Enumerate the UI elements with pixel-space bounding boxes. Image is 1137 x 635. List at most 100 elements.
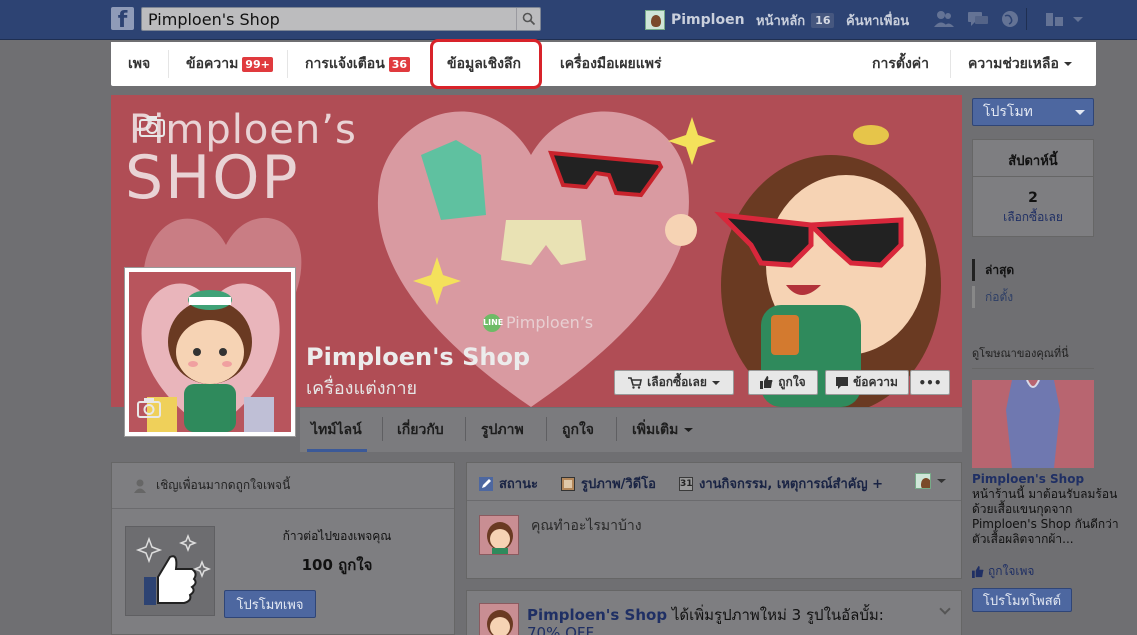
send-message-button[interactable]: ข้อความ xyxy=(825,370,909,395)
nav-settings[interactable]: การตั้งค่า xyxy=(872,42,929,86)
cover-brand: LINE Pimploen’s xyxy=(483,313,593,332)
camera-icon[interactable] xyxy=(139,115,165,137)
composer-input[interactable]: คุณทำอะไรมาบ้าง xyxy=(531,515,642,537)
shop-now-clicks-count: 2 xyxy=(1028,190,1038,206)
nav-page[interactable]: เพจ xyxy=(128,42,150,86)
messages-icon[interactable] xyxy=(967,10,989,28)
ad-image[interactable] xyxy=(972,380,1094,468)
promote-label: โปรโมท xyxy=(983,104,1033,120)
page-title[interactable]: Pimploen's Shop xyxy=(306,343,530,371)
nav-page-label: เพจ xyxy=(128,56,151,72)
home-count-badge: 16 xyxy=(811,13,835,28)
composer-tab-event[interactable]: 31 งานกิจกรรม, เหตุการณ์สำคัญ + xyxy=(679,473,883,494)
invite-next-step-text: ก้าวต่อไปของเพจคุณ xyxy=(282,529,392,543)
user-name: Pimploen xyxy=(671,12,745,28)
ad-body-text: หน้าร้านนี้ มาต้อนรับลมร้อนด้วยเสื้อแขนก… xyxy=(972,487,1119,546)
ad-title[interactable]: Pimploen's Shop xyxy=(972,472,1084,486)
notifications-globe-icon[interactable] xyxy=(1000,10,1022,28)
nav-messages-label: ข้อความ xyxy=(186,56,239,72)
find-friends-link[interactable]: ค้นหาเพื่อน xyxy=(846,10,909,31)
post-action-text: ได้เพิ่มรูปภาพใหม่ 3 รูปในอัลบั้ม: xyxy=(667,606,884,624)
post-album-link[interactable]: 70% OFF xyxy=(527,624,594,635)
ad-preview-heading: ดูโฆษณาของคุณที่นี่ xyxy=(972,344,1094,369)
account-menu-chevron-icon[interactable] xyxy=(1071,10,1085,28)
home-link[interactable]: หน้าหลัก 16 xyxy=(756,10,835,31)
camera-icon[interactable] xyxy=(137,398,161,418)
promote-page-button[interactable]: โปรโมทเพจ xyxy=(224,590,316,618)
thumbs-up-icon xyxy=(972,565,984,578)
invite-goal-text: 100 ถูกใจ xyxy=(301,556,373,574)
this-week-title: สัปดาห์นี้ xyxy=(1008,154,1058,169)
message-bubble-icon xyxy=(836,376,849,389)
composer-tab-photo-video-label: รูปภาพ/วิดีโอ xyxy=(581,477,656,492)
line-app-icon: LINE xyxy=(483,313,503,332)
tab-photos[interactable]: รูปภาพ xyxy=(481,410,524,450)
nav-notifications[interactable]: การแจ้งเตือน 36 xyxy=(305,42,411,86)
timeline-year-latest[interactable]: ล่าสุด xyxy=(972,259,1052,281)
page-category[interactable]: เครื่องแต่งกาย xyxy=(306,373,417,402)
avatar xyxy=(645,10,665,30)
avatar[interactable] xyxy=(479,603,519,635)
invite-friends-header[interactable]: เชิญเพื่อนมากดถูกใจเพจนี้ xyxy=(112,463,454,509)
composer-tab-event-label: งานกิจกรรม, เหตุการณ์สำคัญ + xyxy=(699,477,883,492)
tab-more[interactable]: เพิ่มเติม xyxy=(632,410,694,450)
cart-icon xyxy=(628,376,643,389)
ad-like-page-link[interactable]: ถูกใจเพจ xyxy=(972,562,1034,581)
like-page-label: ถูกใจ xyxy=(778,375,806,389)
tab-likes[interactable]: ถูกใจ xyxy=(562,410,594,450)
pencil-icon xyxy=(479,476,493,491)
timeline-year-founded[interactable]: ก่อตั้ง xyxy=(972,286,1052,308)
thumbs-up-icon xyxy=(135,533,212,605)
cover-title-line2: SHOP xyxy=(125,143,300,213)
post-as-selector[interactable] xyxy=(915,473,946,489)
tab-timeline[interactable]: ไทม์ไลน์ xyxy=(311,410,362,450)
search-box[interactable] xyxy=(141,7,541,31)
invite-friends-card: เชิญเพื่อนมากดถูกใจเพจนี้ ก้าวต่อไปของเพ… xyxy=(111,462,455,635)
divider xyxy=(287,50,288,78)
nav-notifications-label: การแจ้งเตือน xyxy=(305,56,385,72)
active-tab-indicator xyxy=(307,449,367,452)
divider xyxy=(973,176,1093,177)
photo-icon xyxy=(561,476,575,491)
friend-requests-icon[interactable] xyxy=(933,10,955,28)
search-button[interactable] xyxy=(516,8,540,30)
avatar xyxy=(479,515,519,555)
more-options-icon: ••• xyxy=(918,375,942,390)
person-icon xyxy=(134,479,146,493)
composer-tab-status-label: สถานะ xyxy=(499,477,538,492)
composer-tab-status[interactable]: สถานะ xyxy=(479,473,538,494)
thumbs-up-icon xyxy=(760,376,773,389)
profile-link[interactable]: Pimploen xyxy=(645,9,745,31)
nav-settings-label: การตั้งค่า xyxy=(872,56,930,72)
promote-button[interactable]: โปรโมท xyxy=(972,98,1094,126)
composer-tab-photo-video[interactable]: รูปภาพ/วิดีโอ xyxy=(561,473,656,494)
nav-messages[interactable]: ข้อความ 99+ xyxy=(186,42,273,86)
divider xyxy=(465,417,466,441)
ad-like-page-label: ถูกใจเพจ xyxy=(988,564,1035,578)
thumbs-up-illustration xyxy=(125,526,215,616)
nav-help[interactable]: ความช่วยเหลือ xyxy=(968,42,1073,86)
more-options-button[interactable]: ••• xyxy=(910,370,950,395)
profile-picture[interactable] xyxy=(124,267,296,437)
facebook-logo-icon[interactable]: f xyxy=(111,7,134,30)
nav-insights-label: ข้อมูลเชิงลึก xyxy=(447,56,521,72)
shop-now-clicks-link[interactable]: เลือกซื้อเลย xyxy=(973,208,1093,227)
search-icon xyxy=(522,12,536,26)
nav-insights[interactable]: ข้อมูลเชิงลึก xyxy=(447,42,521,86)
account-switch-icon[interactable] xyxy=(1044,10,1066,28)
nav-publishing-tools[interactable]: เครื่องมือเผยแพร่ xyxy=(560,42,662,86)
divider xyxy=(950,50,951,78)
post-author-link[interactable]: Pimploen's Shop xyxy=(527,606,667,624)
promote-post-button[interactable]: โปรโมทโพสต์ xyxy=(972,588,1072,612)
post-options-chevron-icon[interactable] xyxy=(939,603,951,615)
tab-more-label: เพิ่มเติม xyxy=(632,422,679,438)
tab-about[interactable]: เกี่ยวกับ xyxy=(397,410,444,450)
shop-now-button[interactable]: เลือกซื้อเลย xyxy=(614,370,734,395)
post-composer: สถานะ รูปภาพ/วิดีโอ 31 งานกิจกรรม, เหตุก… xyxy=(466,462,962,579)
search-input[interactable] xyxy=(148,9,508,29)
avatar xyxy=(915,473,931,489)
chevron-down-icon xyxy=(711,380,720,385)
calendar-icon: 31 xyxy=(679,476,693,491)
like-page-button[interactable]: ถูกใจ xyxy=(748,370,818,395)
divider xyxy=(168,50,169,78)
